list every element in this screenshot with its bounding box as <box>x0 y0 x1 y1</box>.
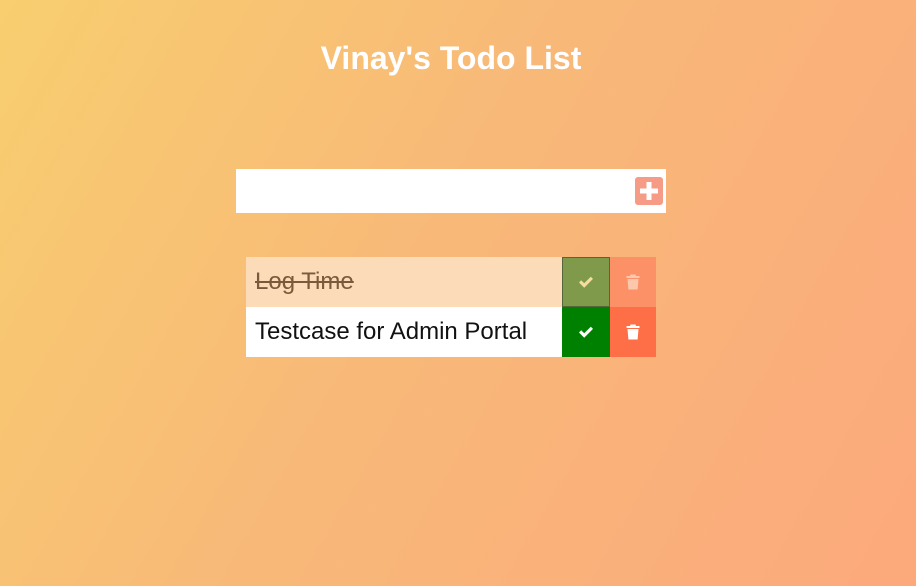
check-icon <box>579 276 593 288</box>
check-icon <box>579 326 593 338</box>
add-todo-button[interactable] <box>635 177 663 205</box>
todo-item: Testcase for Admin Portal <box>246 307 656 357</box>
trash-button[interactable] <box>610 257 656 307</box>
add-todo-form <box>236 169 666 213</box>
page-title: Vinay's Todo List <box>320 40 582 76</box>
trash-button[interactable] <box>610 307 656 357</box>
trash-icon <box>626 324 640 340</box>
todo-item: Log Time <box>246 257 656 307</box>
todo-text: Testcase for Admin Portal <box>246 307 562 357</box>
todo-text: Log Time <box>246 257 562 307</box>
todo-list: Log Time Testcase for Admin Portal <box>246 257 656 357</box>
todo-input[interactable] <box>236 169 626 213</box>
complete-button[interactable] <box>562 307 610 357</box>
complete-button[interactable] <box>562 257 610 307</box>
trash-icon <box>626 274 640 290</box>
plus-square-icon <box>640 182 658 200</box>
